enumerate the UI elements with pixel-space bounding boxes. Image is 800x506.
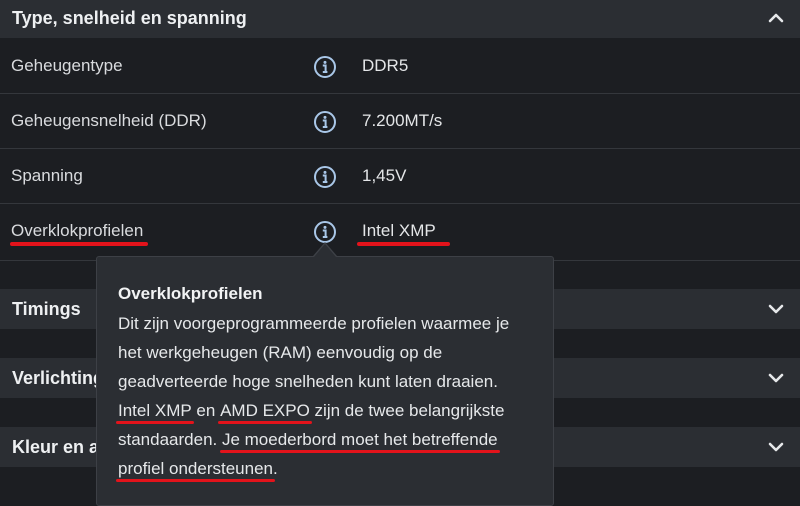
tooltip-arrow-fill [314, 244, 336, 257]
spec-label: Geheugentype [11, 56, 123, 75]
tooltip-body: Dit zijn voorgeprogrammeerde profielen w… [115, 309, 533, 483]
spec-value: 7.200MT/s [362, 111, 443, 130]
tooltip-title: Overklokprofielen [118, 284, 263, 303]
chevron-up-icon[interactable] [766, 8, 786, 28]
info-icon[interactable] [313, 220, 337, 244]
chevron-down-icon[interactable] [766, 299, 786, 319]
section-title: Kleur en a [12, 436, 100, 457]
section-header-type[interactable]: Type, snelheid en spanning [0, 0, 800, 38]
chevron-down-icon[interactable] [766, 437, 786, 457]
spec-row-memory-speed: Geheugensnelheid (DDR) 7.200MT/s [0, 95, 800, 149]
spec-row-overclock-profiles: Overklokprofielen Intel XMP [0, 205, 800, 261]
spec-value: Intel XMP [362, 221, 436, 240]
tooltip-text: en [191, 401, 221, 420]
tooltip-text-highlight: AMD EXPO [218, 396, 312, 425]
tooltip-text-highlight: Je moederbord moet het betreffende [219, 425, 500, 454]
spec-value: 1,45V [362, 166, 407, 185]
section-title: Verlichting [12, 367, 105, 388]
chevron-down-icon[interactable] [766, 368, 786, 388]
info-icon[interactable] [313, 55, 337, 79]
spec-label: Spanning [11, 166, 83, 185]
spec-label: Geheugensnelheid (DDR) [11, 111, 207, 130]
section-title: Timings [12, 298, 81, 319]
tooltip-text: Dit zijn voorgeprogrammeerde profielen w… [118, 314, 510, 391]
spec-row-voltage: Spanning 1,45V [0, 150, 800, 204]
red-underline-annotation [357, 242, 450, 246]
section-title: Type, snelheid en spanning [12, 7, 247, 28]
spec-value: DDR5 [362, 56, 409, 75]
red-underline-annotation [10, 242, 148, 246]
info-icon[interactable] [313, 165, 337, 189]
overclock-profiles-tooltip: Overklokprofielen Dit zijn voorgeprogram… [96, 256, 554, 506]
info-icon[interactable] [313, 110, 337, 134]
spec-label: Overklokprofielen [11, 221, 144, 240]
tooltip-text-highlight: profiel ondersteunen [115, 454, 276, 483]
tooltip-text: . [273, 459, 278, 478]
spec-row-memory-type: Geheugentype DDR5 [0, 40, 800, 94]
tooltip-text-highlight: Intel XMP [116, 396, 194, 425]
